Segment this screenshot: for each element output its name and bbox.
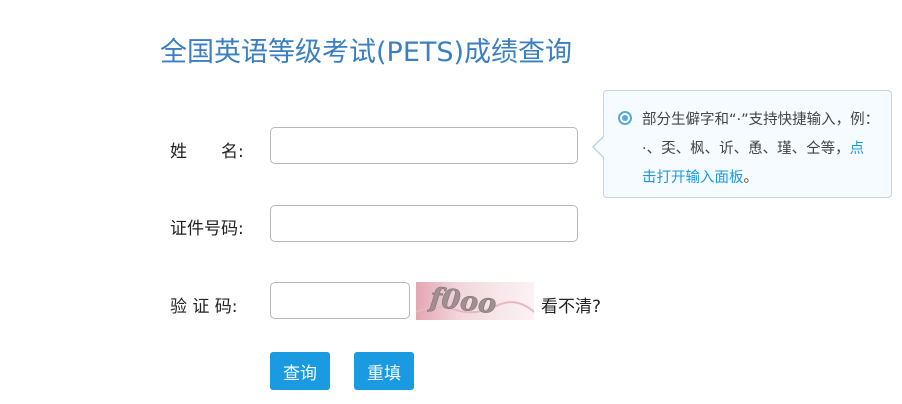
tooltip-body: 部分生僻字和“·”支持快捷输入，例：·、奀、枫、䜣、恿、瑾、仝等， (642, 112, 872, 157)
id-number-input[interactable] (270, 205, 578, 242)
captcha-label: 验 证 码: (170, 297, 238, 317)
name-input[interactable] (270, 127, 578, 164)
reset-button[interactable]: 重填 (354, 352, 414, 390)
query-button[interactable]: 查询 (270, 352, 330, 390)
id-number-label: 证件号码: (170, 219, 244, 239)
tooltip-text: 部分生僻字和“·”支持快捷输入，例：·、奀、枫、䜣、恿、瑾、仝等，点击打开输入面… (642, 106, 874, 193)
input-hint-tooltip: 部分生僻字和“·”支持快捷输入，例：·、奀、枫、䜣、恿、瑾、仝等，点击打开输入面… (592, 90, 892, 198)
tooltip-end: 。 (743, 170, 759, 186)
pets-score-query-page: 全国英语等级考试(PETS)成绩查询 姓 名: 证件号码: 验 证 码: f0o… (0, 0, 902, 404)
captcha-input[interactable] (270, 282, 410, 319)
radio-dot-icon (618, 111, 632, 125)
name-label: 姓 名: (170, 142, 244, 162)
captcha-image[interactable]: f0oo (416, 282, 534, 320)
page-title: 全国英语等级考试(PETS)成绩查询 (160, 37, 573, 68)
captcha-refresh-link[interactable]: 看不清? (541, 292, 601, 317)
